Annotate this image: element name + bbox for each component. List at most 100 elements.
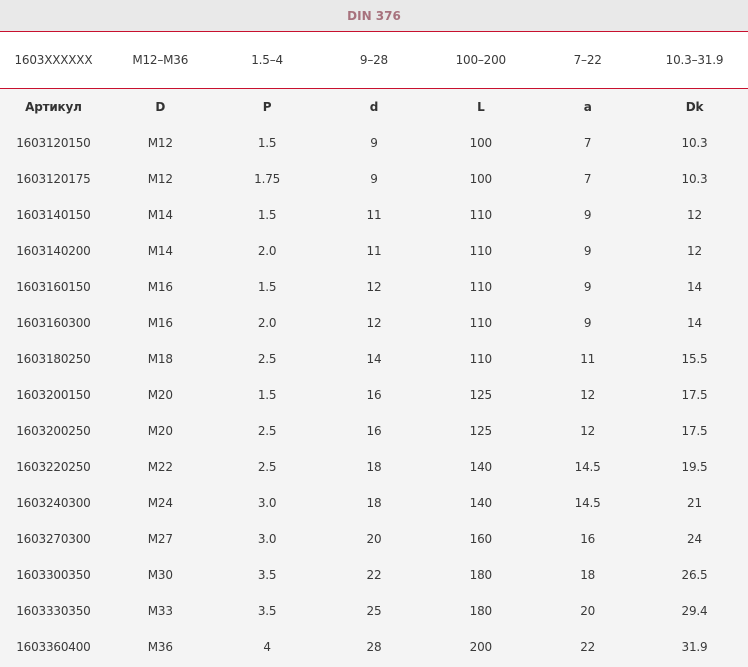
table-cell: M27	[147, 532, 173, 546]
table-cell: M16	[147, 280, 173, 294]
table-cell: 21	[687, 496, 702, 510]
table-cell: 11	[366, 244, 382, 258]
table-cell: 7	[583, 172, 592, 186]
column-header-dk: Dk	[685, 100, 704, 114]
table-row: 1603160150 M16 1.5 12 110 9 14	[0, 269, 748, 305]
table-cell: 1603200250	[16, 424, 91, 438]
table-title: DIN 376	[0, 0, 748, 32]
table-cell: 1603120150	[16, 136, 91, 150]
table-cell: 110	[469, 208, 493, 222]
table-row: 1603140150 M14 1.5 11 110 9 12	[0, 197, 748, 233]
table-cell: 29.4	[681, 604, 708, 618]
table-cell: 12	[687, 208, 702, 222]
table-cell: 2.5	[257, 460, 277, 474]
table-cell: 1.75	[254, 172, 281, 186]
table-cell: 1603180250	[16, 352, 91, 366]
column-header-d-minor: d	[369, 100, 379, 114]
table-cell: 110	[469, 244, 493, 258]
table-cell: 1.5	[257, 388, 277, 402]
table-cell: 28	[366, 640, 382, 654]
table-cell: 2.5	[257, 424, 277, 438]
table-cell: 1603330350	[16, 604, 91, 618]
summary-cell: 1603XXXXXX	[14, 53, 93, 67]
spec-table: DIN 376 1603XXXXXX M12–M36 1.5–4 9–28 10…	[0, 0, 748, 667]
table-cell: 180	[469, 568, 493, 582]
table-row: 1603330350 M33 3.5 25 180 20 29.4	[0, 593, 748, 629]
table-cell: M16	[147, 316, 173, 330]
table-cell: 12	[580, 388, 596, 402]
table-cell: M36	[147, 640, 173, 654]
table-cell: 11	[366, 208, 382, 222]
table-cell: M12	[147, 172, 173, 186]
table-cell: 24	[687, 532, 702, 546]
table-body: 1603120150 M12 1.5 9 100 7 10.3 1603120175 M12 1.…	[0, 125, 748, 665]
table-cell: 7	[583, 136, 592, 150]
table-cell: M14	[147, 208, 173, 222]
column-header-article: Артикул	[25, 100, 82, 114]
table-cell: 20	[580, 604, 596, 618]
table-cell: M22	[147, 460, 173, 474]
table-cell: 200	[469, 640, 493, 654]
table-cell: 1603160150	[16, 280, 91, 294]
table-cell: 12	[366, 280, 382, 294]
summary-cell: 9–28	[359, 53, 388, 67]
table-cell: 12	[687, 244, 702, 258]
table-row: 1603240300 M24 3.0 18 140 14.5 21	[0, 485, 748, 521]
table-cell: 110	[469, 280, 493, 294]
table-cell: 2.5	[257, 352, 277, 366]
table-cell: 10.3	[681, 172, 708, 186]
table-cell: 1603120175	[16, 172, 91, 186]
summary-cell: 1.5–4	[251, 53, 283, 67]
column-header-d-major: D	[155, 100, 166, 114]
table-cell: 2.0	[257, 316, 277, 330]
table-cell: 100	[469, 172, 493, 186]
table-cell: 9	[583, 280, 592, 294]
table-cell: 110	[469, 316, 493, 330]
table-row: 1603220250 M22 2.5 18 140 14.5 19.5	[0, 449, 748, 485]
table-cell: 26.5	[681, 568, 708, 582]
table-cell: 9	[370, 172, 378, 186]
table-cell: 18	[366, 460, 382, 474]
table-cell: 9	[583, 316, 592, 330]
table-cell: 17.5	[681, 424, 708, 438]
table-row: 1603200150 M20 1.5 16 125 12 17.5	[0, 377, 748, 413]
table-cell: 19.5	[681, 460, 708, 474]
table-cell: 125	[469, 388, 493, 402]
table-cell: 3.5	[257, 604, 277, 618]
table-row: 1603360400 M36 4 28 200 22 31.9	[0, 629, 748, 665]
table-cell: 4	[263, 640, 271, 654]
summary-row: 1603XXXXXX M12–M36 1.5–4 9–28 100–200 7–…	[0, 32, 748, 89]
column-header-l: L	[477, 100, 485, 114]
table-cell: 1603360400	[16, 640, 91, 654]
table-cell: 140	[469, 460, 493, 474]
table-cell: M14	[147, 244, 173, 258]
table-cell: 14	[687, 280, 702, 294]
table-row: 1603120150 M12 1.5 9 100 7 10.3	[0, 125, 748, 161]
table-cell: 1.5	[257, 280, 277, 294]
table-cell: 16	[366, 424, 382, 438]
table-cell: 1603140200	[16, 244, 91, 258]
table-row: 1603140200 M14 2.0 11 110 9 12	[0, 233, 748, 269]
table-cell: 110	[469, 352, 493, 366]
table-cell: 20	[366, 532, 382, 546]
table-cell: 12	[366, 316, 382, 330]
table-cell: 1603300350	[16, 568, 91, 582]
table-cell: 14.5	[574, 460, 601, 474]
table-cell: 140	[469, 496, 493, 510]
table-cell: 1603220250	[16, 460, 91, 474]
table-cell: 16	[366, 388, 382, 402]
table-row: 1603270300 M27 3.0 20 160 16 24	[0, 521, 748, 557]
table-row: 1603180250 M18 2.5 14 110 11 15.5	[0, 341, 748, 377]
table-row: 1603160300 M16 2.0 12 110 9 14	[0, 305, 748, 341]
table-cell: 9	[370, 136, 378, 150]
table-cell: M20	[147, 424, 173, 438]
table-cell: M30	[147, 568, 173, 582]
column-header-p: P	[262, 100, 272, 114]
table-cell: 2.0	[257, 244, 277, 258]
table-cell: 17.5	[681, 388, 708, 402]
table-cell: 1603160300	[16, 316, 91, 330]
table-cell: 22	[366, 568, 382, 582]
table-cell: 3.0	[257, 532, 277, 546]
table-cell: 18	[580, 568, 596, 582]
table-cell: M18	[147, 352, 173, 366]
